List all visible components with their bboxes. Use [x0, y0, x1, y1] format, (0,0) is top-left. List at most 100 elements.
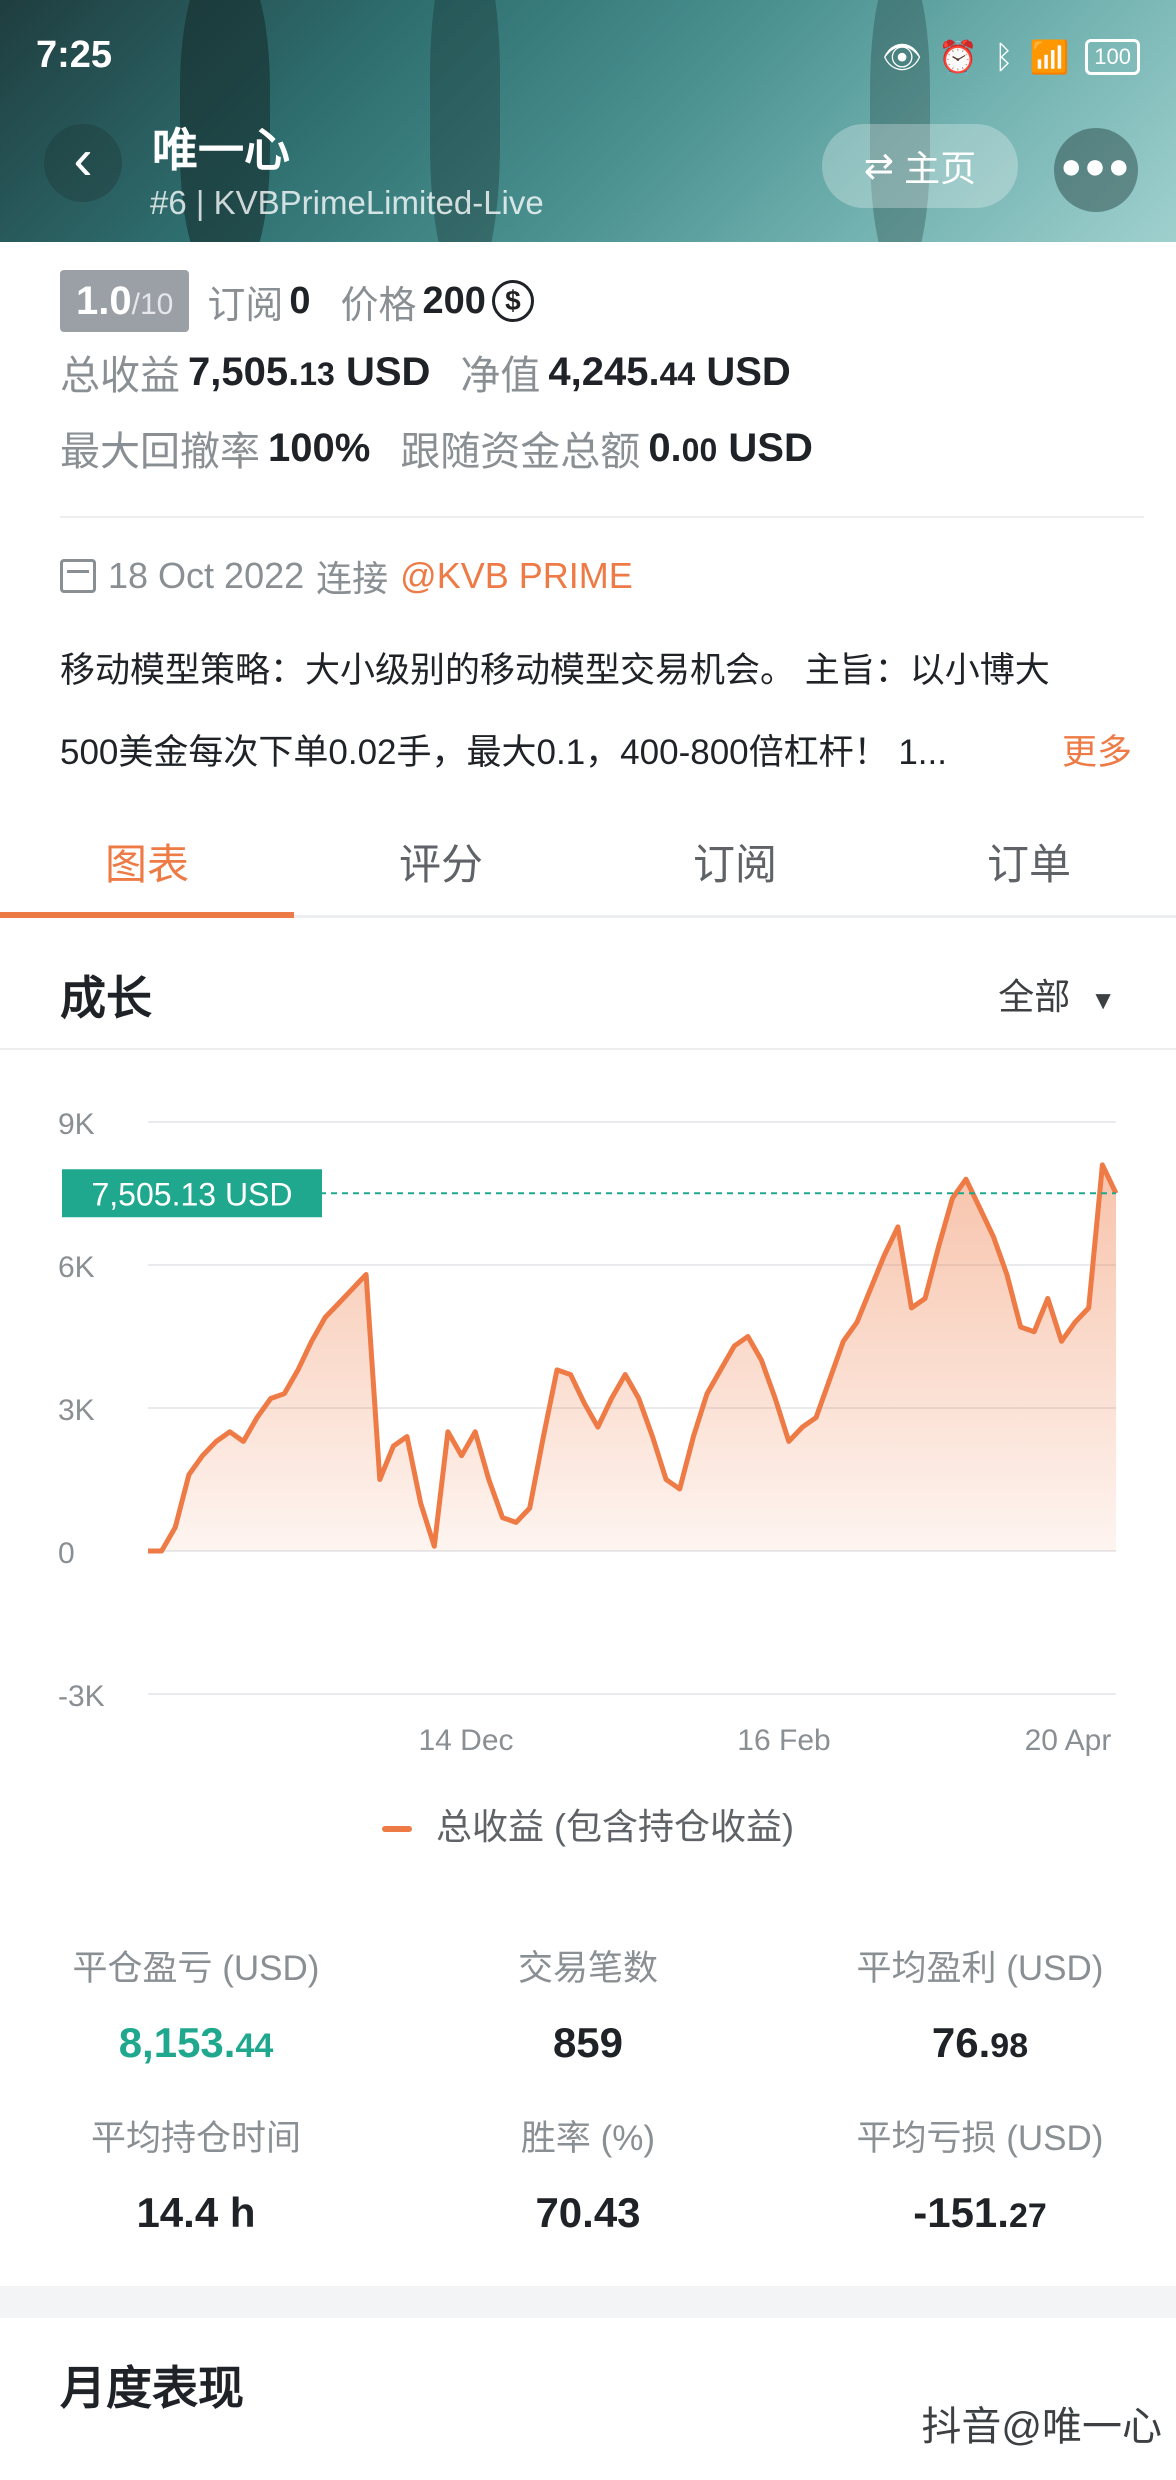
home-button-label: 主页	[904, 148, 977, 189]
tab-bar: 图表 评分 订阅 订单	[0, 820, 1176, 918]
stat-avg-profit: 平均盈利 (USD) 76.98	[784, 1940, 1176, 2067]
broker-link[interactable]: @KVB PRIME	[400, 555, 633, 597]
stat-value: 8,153.44	[0, 2019, 392, 2067]
net-int: 4,245.	[548, 349, 660, 394]
connect-row: 18 Oct 2022 连接 @KVB PRIME	[60, 550, 633, 602]
divider	[60, 516, 1144, 518]
connect-label: 连接	[316, 558, 389, 599]
stat-label: 平仓盈亏 (USD)	[72, 1949, 320, 1988]
subscribe-label: 订阅	[207, 284, 284, 327]
alarm-icon: ⏰	[938, 39, 979, 75]
price-label: 价格	[340, 284, 417, 327]
growth-title: 成长	[60, 972, 152, 1024]
drawdown-label: 最大回撤率	[60, 430, 260, 474]
stat-label: 平均持仓时间	[90, 2119, 301, 2158]
section-separator	[0, 2286, 1176, 2318]
total-profit-value: 7,505.13 USD	[188, 350, 430, 395]
growth-chart: 9K 6K 3K 0 -3K 14 Dec 16 Feb 20 Apr 7,505.13 USD	[58, 1108, 1119, 1757]
subscribe-count: 0	[289, 279, 311, 322]
caret-down-icon: ▼	[1090, 985, 1116, 1015]
status-icons: 👁 ⏰ ᛒ 📶 100	[882, 38, 1140, 76]
y-tick-label: 0	[58, 1537, 75, 1570]
x-tick-label: 14 Dec	[418, 1724, 513, 1757]
legend-label: 总收益 (包含持仓收益)	[436, 1806, 794, 1847]
net-dec: 44	[659, 355, 696, 392]
profit-row: 总收益 7,505.13 USD 净值 4,245.44 USD	[60, 334, 1140, 410]
tab-rating[interactable]: 评分	[294, 820, 588, 915]
current-value-label: 7,505.13 USD	[91, 1176, 292, 1212]
series-area	[148, 1164, 1116, 1551]
stat-int: 76.	[931, 2019, 991, 2066]
y-tick-label: 3K	[58, 1394, 95, 1427]
rating-max: /10	[131, 288, 174, 321]
more-button[interactable]: ●●●	[1054, 128, 1138, 212]
wifi-icon: 📶	[1029, 39, 1070, 75]
description-line: 500美金每次下单0.02手，最大0.1，400-800倍杠杆！ 1...	[60, 733, 947, 772]
bluetooth-icon: ᛒ	[994, 38, 1014, 75]
stat-int: 70.43	[535, 2189, 641, 2236]
y-tick-label: 6K	[58, 1251, 95, 1284]
stat-value: 14.4 h	[0, 2189, 392, 2237]
stat-avg-hold-time: 平均持仓时间 14.4 h	[0, 2110, 392, 2237]
score-row: 1.0 /10 订阅 0 价格 200 $	[60, 268, 1140, 334]
stat-closed-pnl: 平仓盈亏 (USD) 8,153.44	[0, 1940, 392, 2067]
y-tick-label: -3K	[58, 1680, 105, 1713]
more-dots-icon: ●●●	[1060, 145, 1132, 186]
stat-label: 交易笔数	[517, 1949, 658, 1988]
tab-chart[interactable]: 图表	[0, 820, 294, 918]
total-profit-unit: USD	[345, 349, 431, 394]
stat-trade-count: 交易笔数 859	[392, 1940, 784, 2067]
stat-value: 859	[392, 2019, 784, 2067]
tab-orders[interactable]: 订单	[882, 820, 1176, 915]
profile-subtitle: #6 | KVBPrimeLimited-Live	[150, 184, 544, 221]
stat-int: 8,153.	[118, 2019, 236, 2066]
stat-int: 859	[552, 2019, 624, 2066]
swap-arrows-icon: ⇄	[863, 145, 895, 186]
status-bar: 7:25 👁 ⏰ ᛒ 📶 100	[36, 34, 1140, 84]
net-value: 4,245.44 USD	[548, 350, 790, 395]
follow-unit: USD	[728, 425, 813, 470]
strategy-info: 1.0 /10 订阅 0 价格 200 $ 总收益 7,505.13 USD 净…	[60, 268, 1140, 486]
rating-badge: 1.0 /10	[60, 270, 190, 332]
y-tick-label: 9K	[58, 1108, 95, 1141]
strategy-description: 移动模型策略：大小级别的移动模型交易机会。 主旨：以小博大 500美金每次下单0…	[60, 630, 1140, 794]
stat-value: 76.98	[784, 2019, 1176, 2067]
back-arrow-icon: ‹	[73, 127, 93, 192]
status-time: 7:25	[36, 34, 113, 76]
stat-int: 14.4 h	[136, 2189, 256, 2236]
profile-name: 唯一心	[152, 124, 290, 176]
eye-icon: 👁	[881, 39, 923, 75]
rating-value: 1.0	[76, 279, 132, 323]
total-profit-int: 7,505.	[188, 349, 300, 394]
profile-header: 7:25 👁 ⏰ ᛒ 📶 100 ‹ 唯一心 #6 | KVBPrimeLimi…	[0, 0, 1176, 242]
stat-label: 胜率 (%)	[520, 2119, 656, 2158]
total-profit-dec: 13	[299, 355, 335, 392]
total-profit-label: 总收益	[60, 354, 180, 398]
chart-legend: 总收益 (包含持仓收益)	[0, 1798, 1176, 1850]
stat-dec: 98	[990, 2027, 1029, 2065]
more-link[interactable]: 更多	[1062, 712, 1132, 794]
stat-dec: 27	[1008, 2197, 1047, 2235]
stat-label: 平均盈利 (USD)	[856, 1949, 1104, 1988]
tab-subscribe[interactable]: 订阅	[588, 820, 882, 915]
stat-label: 平均亏损 (USD)	[856, 2119, 1104, 2158]
x-tick-label: 16 Feb	[737, 1724, 830, 1757]
back-button[interactable]: ‹	[44, 124, 122, 202]
drawdown-row: 最大回撤率 100% 跟随资金总额 0.00 USD	[60, 410, 1140, 486]
description-line: 移动模型策略：大小级别的移动模型交易机会。 主旨：以小博大	[60, 651, 1050, 690]
net-unit: USD	[706, 349, 791, 394]
follow-dec: 00	[681, 431, 718, 468]
stat-value: 70.43	[392, 2189, 784, 2237]
drawdown-value: 100%	[268, 425, 371, 470]
coin-icon: $	[491, 280, 534, 322]
calendar-icon	[60, 559, 96, 593]
x-tick-label: 20 Apr	[1025, 1724, 1112, 1757]
stat-win-rate: 胜率 (%) 70.43	[392, 2110, 784, 2237]
stat-int: -151.	[913, 2189, 1009, 2236]
home-button[interactable]: ⇄ 主页	[822, 124, 1018, 208]
stat-avg-loss: 平均亏损 (USD) -151.27	[784, 2110, 1176, 2237]
legend-swatch	[382, 1826, 412, 1833]
range-dropdown[interactable]: 全部 ▼	[998, 968, 1116, 1020]
price-value: 200	[422, 279, 486, 322]
net-value-label: 净值	[460, 354, 541, 398]
